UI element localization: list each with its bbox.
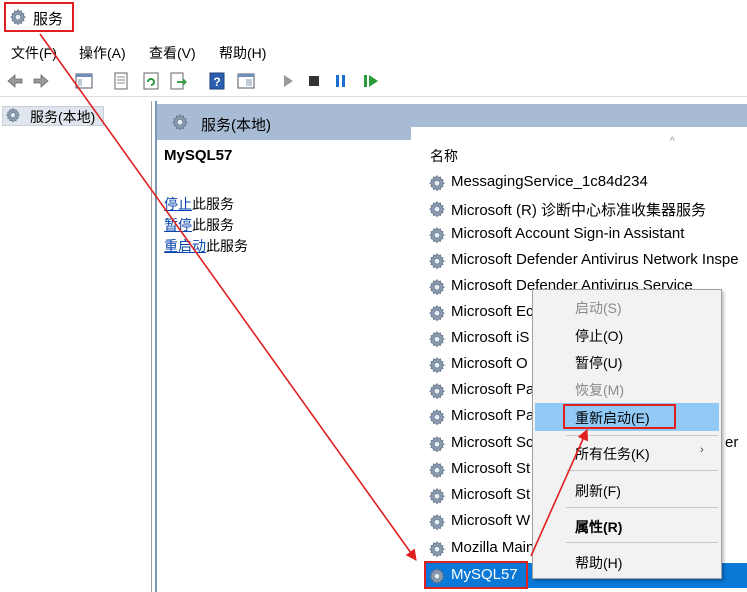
menu-separator xyxy=(566,435,718,436)
pause-service-action: 暂停此服务 xyxy=(164,215,234,235)
help-icon[interactable]: ? xyxy=(207,71,227,91)
service-gear-icon xyxy=(428,461,446,479)
service-gear-icon xyxy=(428,200,446,218)
navigation-tree xyxy=(0,101,152,592)
service-name: Microsoft St xyxy=(451,460,531,477)
menu-item-pause[interactable]: 暂停(U) xyxy=(575,353,622,373)
menu-help[interactable]: 帮助(H) xyxy=(219,43,266,63)
view-icon[interactable] xyxy=(236,71,256,91)
menu-view[interactable]: 查看(V) xyxy=(149,43,196,63)
service-gear-icon xyxy=(428,513,446,531)
service-gear-icon xyxy=(428,330,446,348)
stop-service-action: 停止此服务 xyxy=(164,194,234,214)
service-name: Microsoft O xyxy=(451,355,528,372)
services-gear-icon xyxy=(5,107,21,123)
service-gear-icon xyxy=(428,226,446,244)
export-icon[interactable] xyxy=(168,71,188,91)
service-name: Microsoft Account Sign-in Assistant xyxy=(451,225,685,242)
service-gear-icon xyxy=(428,278,446,296)
action-suffix: 此服务 xyxy=(206,238,248,254)
restart-service-link[interactable]: 重启动 xyxy=(164,238,206,254)
restart-annotation-box xyxy=(563,404,676,429)
show-tree-icon[interactable] xyxy=(74,71,94,91)
service-name: Microsoft iS xyxy=(451,329,530,346)
service-name: MessagingService_1c84d234 xyxy=(451,173,648,190)
sort-caret-icon: ^ xyxy=(670,136,675,147)
submenu-arrow-icon: › xyxy=(700,444,704,456)
start-icon[interactable] xyxy=(278,71,298,91)
forward-icon[interactable] xyxy=(31,71,51,91)
pause-service-link[interactable]: 暂停 xyxy=(164,217,192,233)
service-gear-icon xyxy=(428,304,446,322)
service-name: Microsoft St xyxy=(451,486,531,503)
pane-header-title: 服务(本地) xyxy=(201,117,271,134)
action-suffix: 此服务 xyxy=(192,196,234,212)
service-gear-icon xyxy=(428,382,446,400)
service-name: Microsoft Sc xyxy=(451,434,534,451)
services-gear-icon xyxy=(9,8,27,26)
menu-item-resume[interactable]: 恢复(M) xyxy=(575,380,624,400)
column-header-name[interactable]: 名称 xyxy=(430,146,458,166)
service-name: Microsoft Ec xyxy=(451,303,534,320)
context-menu xyxy=(532,289,722,579)
service-gear-icon xyxy=(428,252,446,270)
service-name: Microsoft (R) 诊断中心标准收集器服务 xyxy=(451,202,707,219)
menu-action[interactable]: 操作(A) xyxy=(79,43,126,63)
service-gear-icon xyxy=(428,435,446,453)
title-bar xyxy=(0,0,747,38)
menu-separator xyxy=(566,470,718,471)
svg-text:?: ? xyxy=(213,75,220,89)
stop-icon[interactable] xyxy=(304,71,324,91)
service-gear-icon xyxy=(428,356,446,374)
menu-item-help[interactable]: 帮助(H) xyxy=(575,553,622,573)
list-item[interactable]: MessagingService_1c84d234 xyxy=(426,170,747,194)
properties-icon[interactable] xyxy=(111,71,131,91)
truncated-row-text: er xyxy=(725,434,739,451)
menu-separator xyxy=(566,542,718,543)
menu-item-start[interactable]: 启动(S) xyxy=(575,298,622,318)
service-name: Mozilla Main xyxy=(451,539,535,556)
menu-item-stop[interactable]: 停止(O) xyxy=(575,326,623,346)
restart-icon[interactable] xyxy=(361,71,381,91)
service-name: Microsoft Defender Antivirus Network Ins… xyxy=(451,251,739,268)
service-gear-icon xyxy=(428,540,446,558)
menu-file[interactable]: 文件(F) xyxy=(11,43,57,63)
menu-bar: 文件(F) 操作(A) 查看(V) 帮助(H) xyxy=(0,40,747,64)
list-item[interactable]: Microsoft (R) 诊断中心标准收集器服务 xyxy=(426,196,747,220)
service-gear-icon xyxy=(428,408,446,426)
back-icon[interactable] xyxy=(5,71,25,91)
refresh-icon[interactable] xyxy=(141,71,161,91)
toolbar: ? xyxy=(0,66,747,97)
service-gear-icon xyxy=(428,487,446,505)
window-title: 服务 xyxy=(33,11,64,28)
services-gear-icon xyxy=(171,113,189,131)
service-name: Microsoft Pa xyxy=(451,381,535,398)
action-suffix: 此服务 xyxy=(192,217,234,233)
menu-item-refresh[interactable]: 刷新(F) xyxy=(575,481,621,501)
list-item[interactable]: Microsoft Account Sign-in Assistant xyxy=(426,222,747,246)
service-gear-icon xyxy=(428,174,446,192)
restart-service-action: 重启动此服务 xyxy=(164,236,248,256)
list-item[interactable]: Microsoft Defender Antivirus Network Ins… xyxy=(426,248,747,272)
service-name: Microsoft Pa xyxy=(451,407,535,424)
menu-item-properties[interactable]: 属性(R) xyxy=(575,517,622,537)
menu-item-all-tasks[interactable]: 所有任务(K) xyxy=(575,444,650,464)
service-name: Microsoft W xyxy=(451,512,531,529)
selected-service-name: MySQL57 xyxy=(164,147,233,164)
stop-service-link[interactable]: 停止 xyxy=(164,196,192,212)
menu-separator xyxy=(566,507,718,508)
pause-icon[interactable] xyxy=(331,71,351,91)
selected-row-annotation-box xyxy=(424,561,528,589)
tree-item-label: 服务(本地) xyxy=(30,109,96,125)
